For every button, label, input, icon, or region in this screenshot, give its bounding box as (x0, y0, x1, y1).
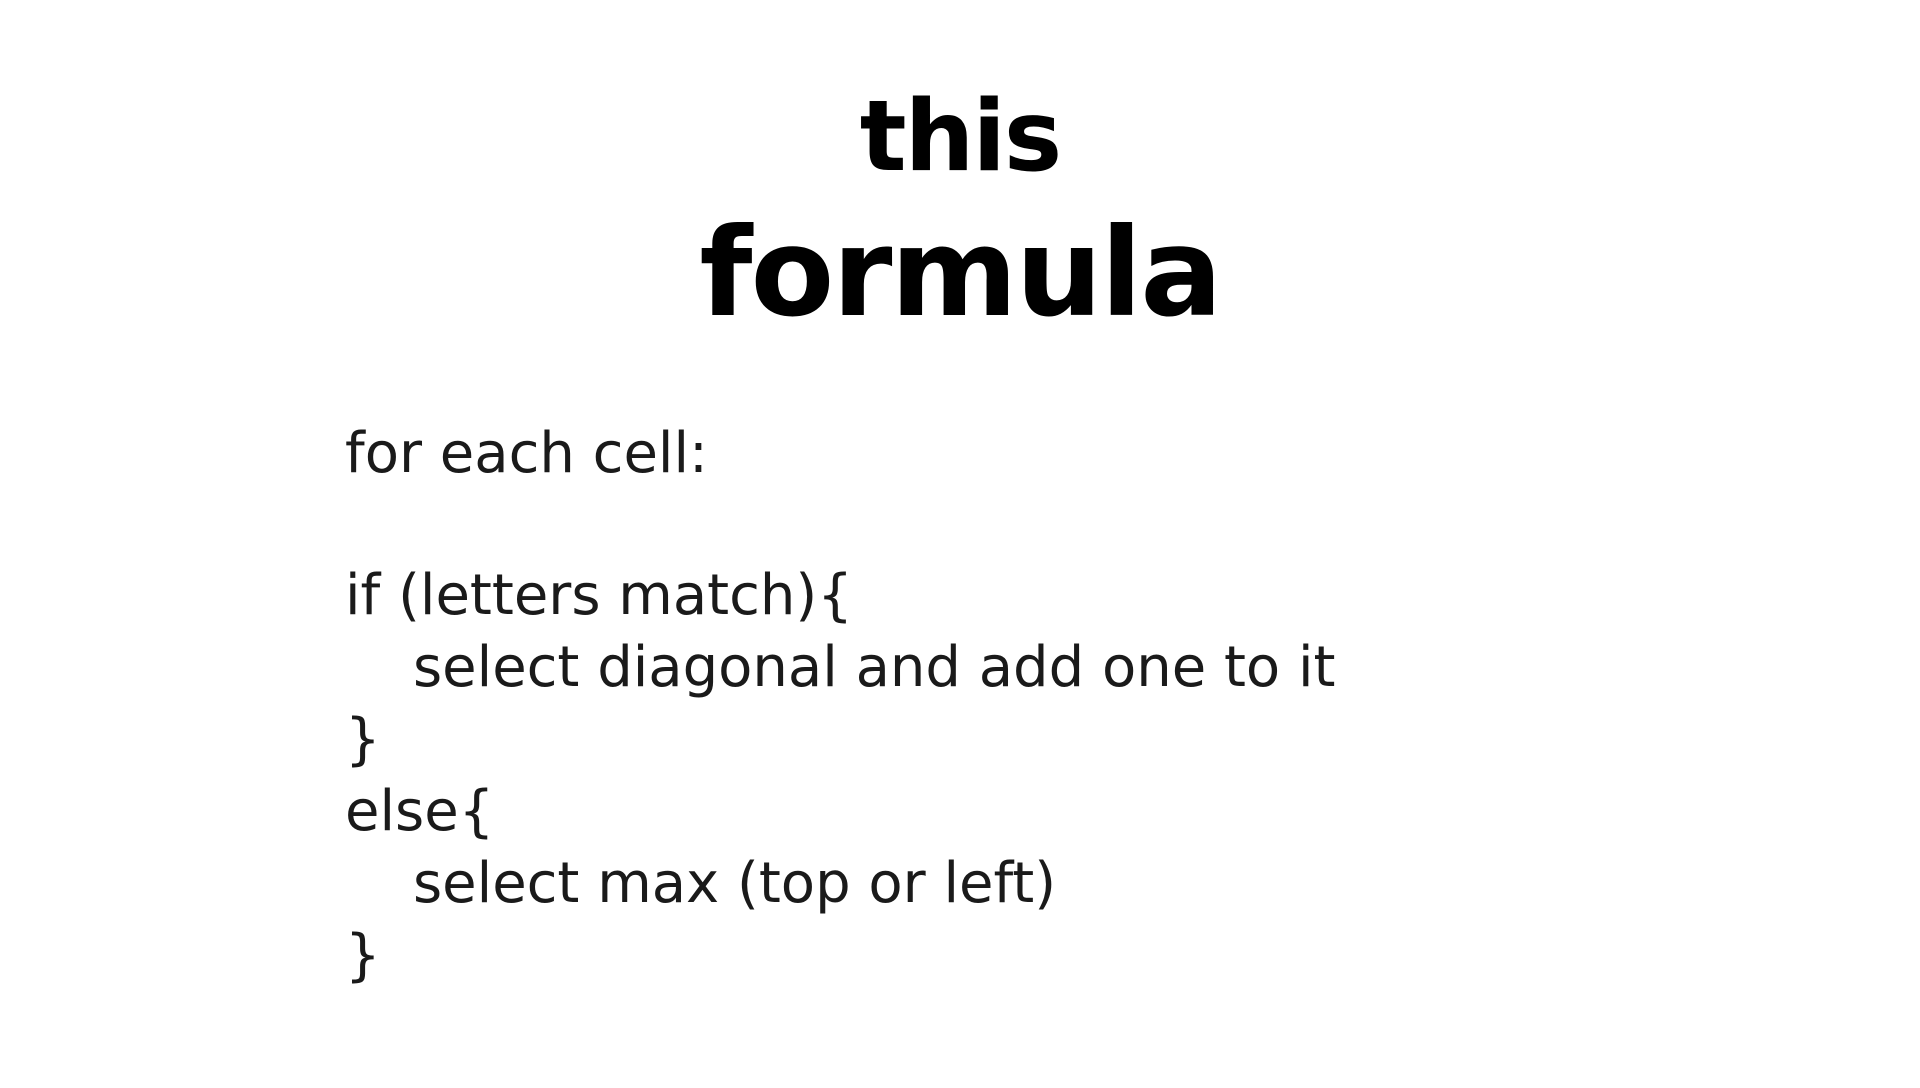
title-line-formula: formula (699, 202, 1222, 344)
pseudocode-line-for-each: for each cell: (345, 421, 708, 486)
title-line-this: this (859, 80, 1063, 194)
pseudocode-line-max: select max (top or left) (413, 851, 1057, 916)
pseudocode-block: for each cell: if (letters match){ selec… (345, 418, 1336, 992)
pseudocode-blank-line (345, 490, 1336, 560)
pseudocode-line-if: if (letters match){ (345, 563, 853, 628)
pseudocode-line-close-if: } (345, 707, 381, 772)
pseudocode-line-diagonal: select diagonal and add one to it (413, 635, 1336, 700)
pseudocode-line-else: else{ (345, 779, 495, 844)
pseudocode-line-close-else: } (345, 923, 381, 988)
slide: this formula for each cell: if (letters … (0, 0, 1920, 1088)
